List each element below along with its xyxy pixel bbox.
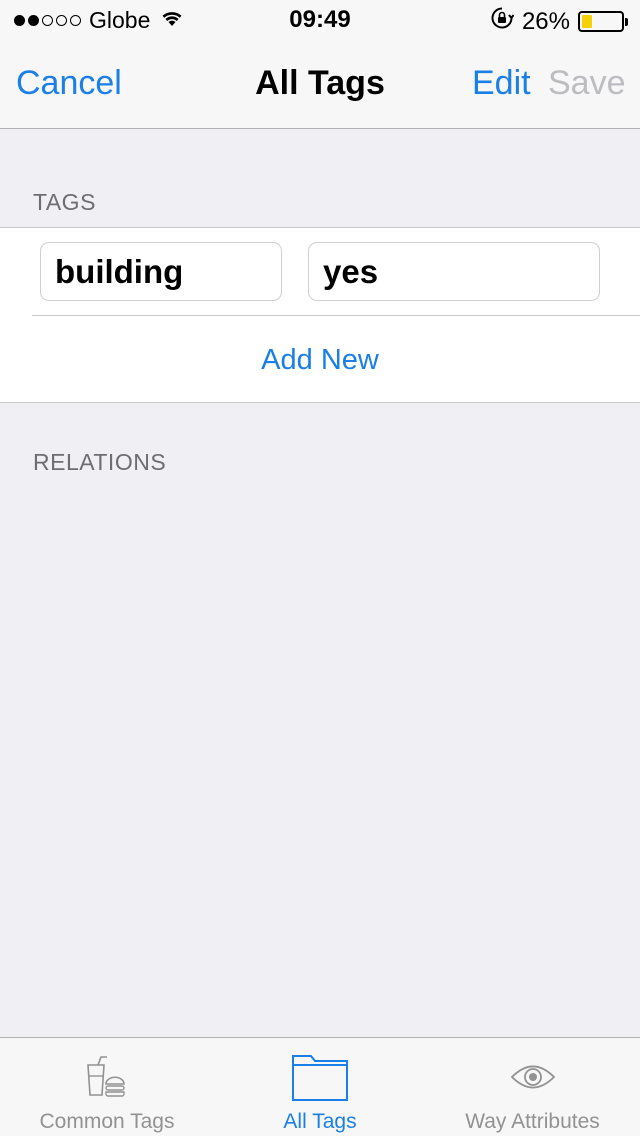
tags-section-header: TAGS: [33, 189, 96, 215]
add-new-label: Add New: [261, 343, 379, 376]
tab-label: All Tags: [283, 1110, 357, 1133]
rotation-lock-icon: [490, 6, 515, 37]
battery-percent: 26%: [521, 7, 570, 35]
tab-all-tags[interactable]: All Tags: [240, 1038, 400, 1136]
battery-tip: [625, 17, 628, 26]
tab-label: Common Tags: [39, 1110, 175, 1133]
battery-icon: [578, 11, 628, 32]
tab-way-attributes[interactable]: Way Attributes: [440, 1038, 625, 1136]
eye-icon: [510, 1052, 556, 1102]
save-button: Save: [548, 64, 626, 102]
folder-icon: [291, 1052, 349, 1102]
tag-key-input[interactable]: [40, 242, 282, 301]
battery-body: [578, 11, 624, 32]
cancel-button[interactable]: Cancel: [16, 64, 122, 103]
relations-section-header: RELATIONS: [33, 449, 167, 475]
edit-button[interactable]: Edit: [472, 64, 531, 103]
navigation-bar: Cancel All Tags Edit Save: [0, 40, 640, 129]
tag-value-input[interactable]: [308, 242, 600, 301]
screen: Globe 09:49 26% Cancel All Tags Edit Sav…: [0, 0, 640, 1136]
tab-common-tags[interactable]: Common Tags: [22, 1038, 192, 1136]
tags-list: Add New: [0, 227, 640, 403]
tab-bar: Common Tags All Tags Way Attributes: [0, 1037, 640, 1136]
status-bar: Globe 09:49 26%: [0, 0, 640, 40]
tab-label: Way Attributes: [465, 1110, 600, 1133]
add-new-tag-button[interactable]: Add New: [0, 316, 640, 404]
status-right: 26%: [490, 6, 628, 37]
battery-fill: [582, 15, 592, 28]
food-icon: [82, 1052, 132, 1102]
